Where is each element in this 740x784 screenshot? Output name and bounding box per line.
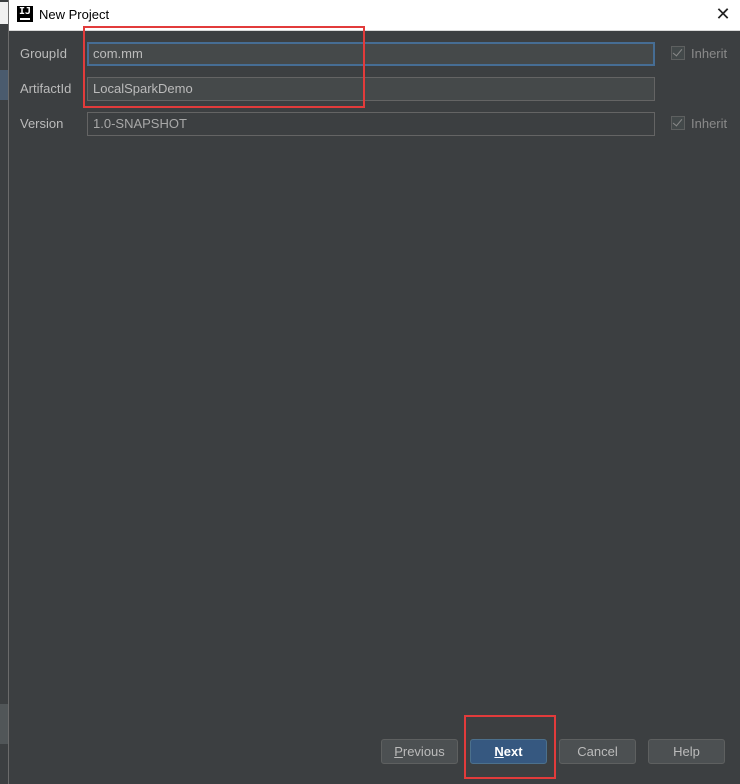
artifact-id-label: ArtifactId (20, 81, 72, 96)
intellij-app-icon: IJ (17, 6, 33, 22)
version-inherit-label: Inherit (691, 116, 728, 131)
next-button[interactable]: Next (470, 739, 547, 764)
group-id-inherit-label: Inherit (691, 46, 728, 61)
version-input[interactable]: 1.0-SNAPSHOT (87, 112, 655, 136)
background-ide-window (0, 0, 8, 784)
title-bar: IJ New Project ✕ (9, 0, 740, 31)
previous-mnemonic: P (394, 744, 403, 759)
checkbox-icon (671, 46, 685, 60)
checkbox-icon (671, 116, 685, 130)
new-project-dialog: IJ New Project ✕ GroupId com.mm Inherit … (8, 0, 740, 784)
dialog-title: New Project (39, 7, 110, 22)
group-id-inherit-checkbox[interactable]: Inherit (671, 42, 727, 66)
version-row: Version 1.0-SNAPSHOT Inherit (9, 112, 740, 136)
cancel-button[interactable]: Cancel (559, 739, 636, 764)
version-label: Version (20, 116, 64, 131)
version-inherit-checkbox[interactable]: Inherit (671, 112, 727, 136)
close-icon[interactable]: ✕ (708, 0, 738, 30)
previous-button[interactable]: Previous (381, 739, 458, 764)
group-id-row: GroupId com.mm Inherit (9, 42, 740, 66)
help-button[interactable]: Help (648, 739, 725, 764)
app-icon-letters: IJ (18, 6, 32, 17)
screen: IJ New Project ✕ GroupId com.mm Inherit … (0, 0, 740, 784)
next-label: ext (503, 744, 523, 759)
next-mnemonic: N (494, 744, 504, 759)
group-id-label: GroupId (20, 46, 67, 61)
previous-label: revious (402, 744, 445, 759)
artifact-id-input[interactable]: LocalSparkDemo (87, 77, 655, 101)
background-ide-toolbar (0, 2, 8, 24)
background-ide-tab (0, 70, 8, 100)
artifact-id-row: ArtifactId LocalSparkDemo (9, 77, 740, 101)
background-ide-panel (0, 704, 8, 744)
group-id-input[interactable]: com.mm (87, 42, 655, 66)
